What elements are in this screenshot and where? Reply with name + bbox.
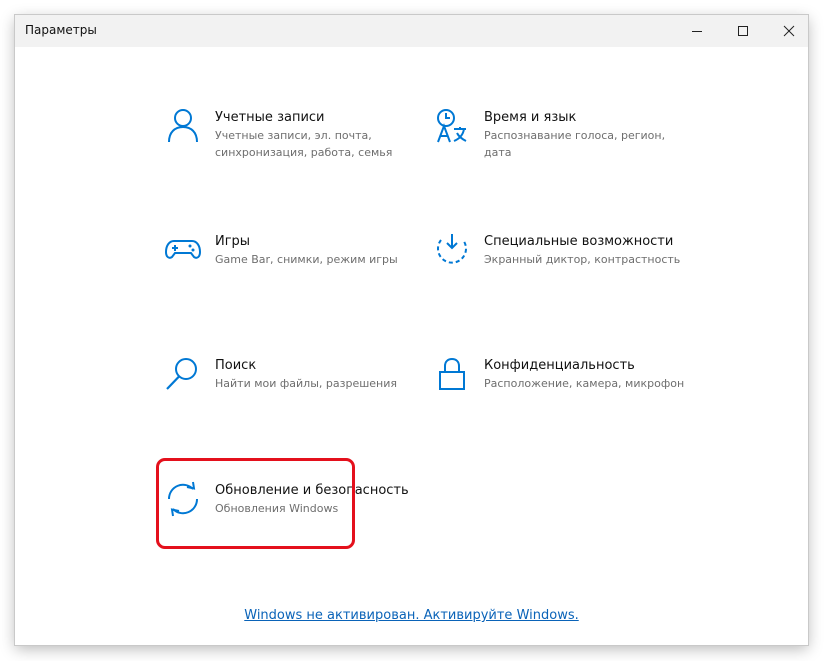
tile-title: Конфиденциальность [484,358,635,373]
minimize-icon [692,31,702,32]
person-icon [168,109,198,143]
title-bar[interactable]: Параметры [15,15,808,47]
gamepad-icon [165,240,201,259]
tile-subtitle: Учетные записи, эл. почта, синхронизация… [215,129,393,159]
search-icon [166,358,197,390]
window-title: Параметры [25,23,97,37]
tile-title: Время и язык [484,110,577,125]
tile-search[interactable]: Поиск Найти мои файлы, разрешения [165,356,415,446]
time-language-icon [437,109,467,143]
tile-subtitle: Game Bar, снимки, режим игры [215,253,398,266]
tile-title: Специальные возможности [484,234,674,249]
close-icon [783,25,795,37]
activation-link[interactable]: Windows не активирован. Активируйте Wind… [15,608,808,623]
tile-subtitle: Экранный диктор, контрастность [484,253,681,266]
ease-of-access-icon [437,234,467,264]
tile-title: Поиск [215,358,257,373]
tile-title: Игры [215,234,251,249]
maximize-button[interactable] [720,15,766,47]
tile-subtitle: Расположение, камера, микрофон [484,377,685,390]
tile-subtitle: Распознавание голоса, регион, дата [484,129,666,159]
tile-time-language[interactable]: Время и язык Распознавание голоса, регио… [434,108,684,198]
settings-window: Параметры Учетные записи Учетные записи, [15,15,808,645]
tile-subtitle: Найти мои файлы, разрешения [215,377,398,390]
tile-gaming[interactable]: Игры Game Bar, снимки, режим игры [165,232,415,322]
tile-title: Учетные записи [215,110,325,125]
tile-ease-of-access[interactable]: Специальные возможности Экранный диктор,… [434,232,684,322]
maximize-icon [738,26,748,36]
tile-privacy[interactable]: Конфиденциальность Расположение, камера,… [434,356,684,446]
lock-icon [439,357,465,390]
highlight-frame [156,458,355,549]
close-button[interactable] [766,15,808,47]
tile-accounts[interactable]: Учетные записи Учетные записи, эл. почта… [165,108,415,198]
minimize-button[interactable] [674,15,720,47]
